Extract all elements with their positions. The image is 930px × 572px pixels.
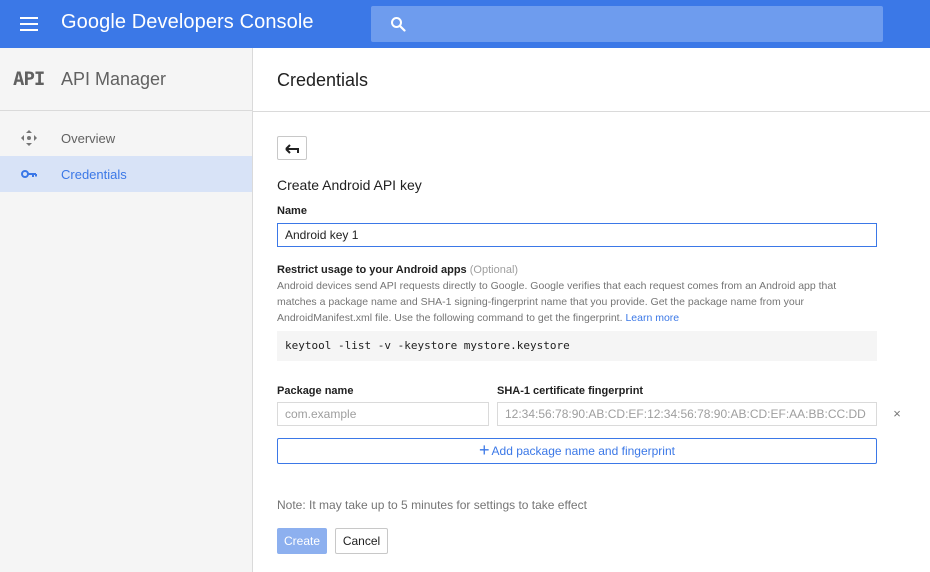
- hamburger-menu-icon[interactable]: [14, 12, 44, 36]
- sha1-fingerprint-label: SHA-1 certificate fingerprint: [497, 385, 644, 397]
- sidebar-item-overview[interactable]: Overview: [0, 120, 252, 156]
- page-title: Credentials: [277, 70, 369, 90]
- description-text: Android devices send API requests direct…: [277, 280, 837, 324]
- app-title[interactable]: Google Developers Console: [61, 11, 314, 34]
- sidebar-item-credentials[interactable]: Credentials: [0, 156, 252, 192]
- settings-delay-note: Note: It may take up to 5 minutes for se…: [277, 498, 587, 512]
- search-bar[interactable]: [371, 6, 883, 42]
- create-button[interactable]: Create: [277, 528, 327, 554]
- sidebar-header: API API Manager: [0, 48, 252, 111]
- keytool-command: keytool -list -v -keystore mystore.keyst…: [285, 339, 570, 352]
- top-app-bar: Google Developers Console: [0, 0, 930, 48]
- api-logo: API: [13, 68, 45, 90]
- command-box: keytool -list -v -keystore mystore.keyst…: [277, 331, 877, 361]
- package-name-input[interactable]: [277, 402, 489, 426]
- name-label: Name: [277, 205, 307, 217]
- overview-icon: [21, 130, 37, 146]
- name-input[interactable]: [277, 223, 877, 247]
- add-button-label: Add package name and fingerprint: [491, 444, 675, 458]
- sha1-fingerprint-input[interactable]: [497, 402, 877, 426]
- package-name-label: Package name: [277, 385, 354, 397]
- page-header: Credentials: [253, 48, 930, 112]
- back-arrow-icon: [285, 144, 299, 154]
- key-icon: [21, 170, 37, 178]
- back-button[interactable]: [277, 136, 307, 160]
- form-title: Create Android API key: [277, 177, 422, 193]
- sidebar-item-label: Overview: [61, 131, 116, 146]
- restrict-usage-label: Restrict usage to your Android apps (Opt…: [277, 264, 518, 276]
- sidebar-title: API Manager: [61, 69, 167, 89]
- learn-more-link[interactable]: Learn more: [625, 312, 679, 324]
- sidebar-item-label: Credentials: [61, 167, 127, 182]
- plus-icon: +: [479, 440, 490, 460]
- sidebar: API API Manager Overview Credentials: [0, 48, 253, 572]
- optional-tag: (Optional): [469, 264, 519, 276]
- remove-row-icon[interactable]: ×: [891, 407, 903, 421]
- restrict-usage-title: Restrict usage to your Android apps: [277, 264, 467, 276]
- add-package-fingerprint-button[interactable]: + Add package name and fingerprint: [277, 438, 877, 464]
- cancel-button[interactable]: Cancel: [335, 528, 388, 554]
- restrict-description: Android devices send API requests direct…: [277, 278, 877, 326]
- search-input[interactable]: [415, 12, 875, 36]
- search-icon: [391, 17, 406, 32]
